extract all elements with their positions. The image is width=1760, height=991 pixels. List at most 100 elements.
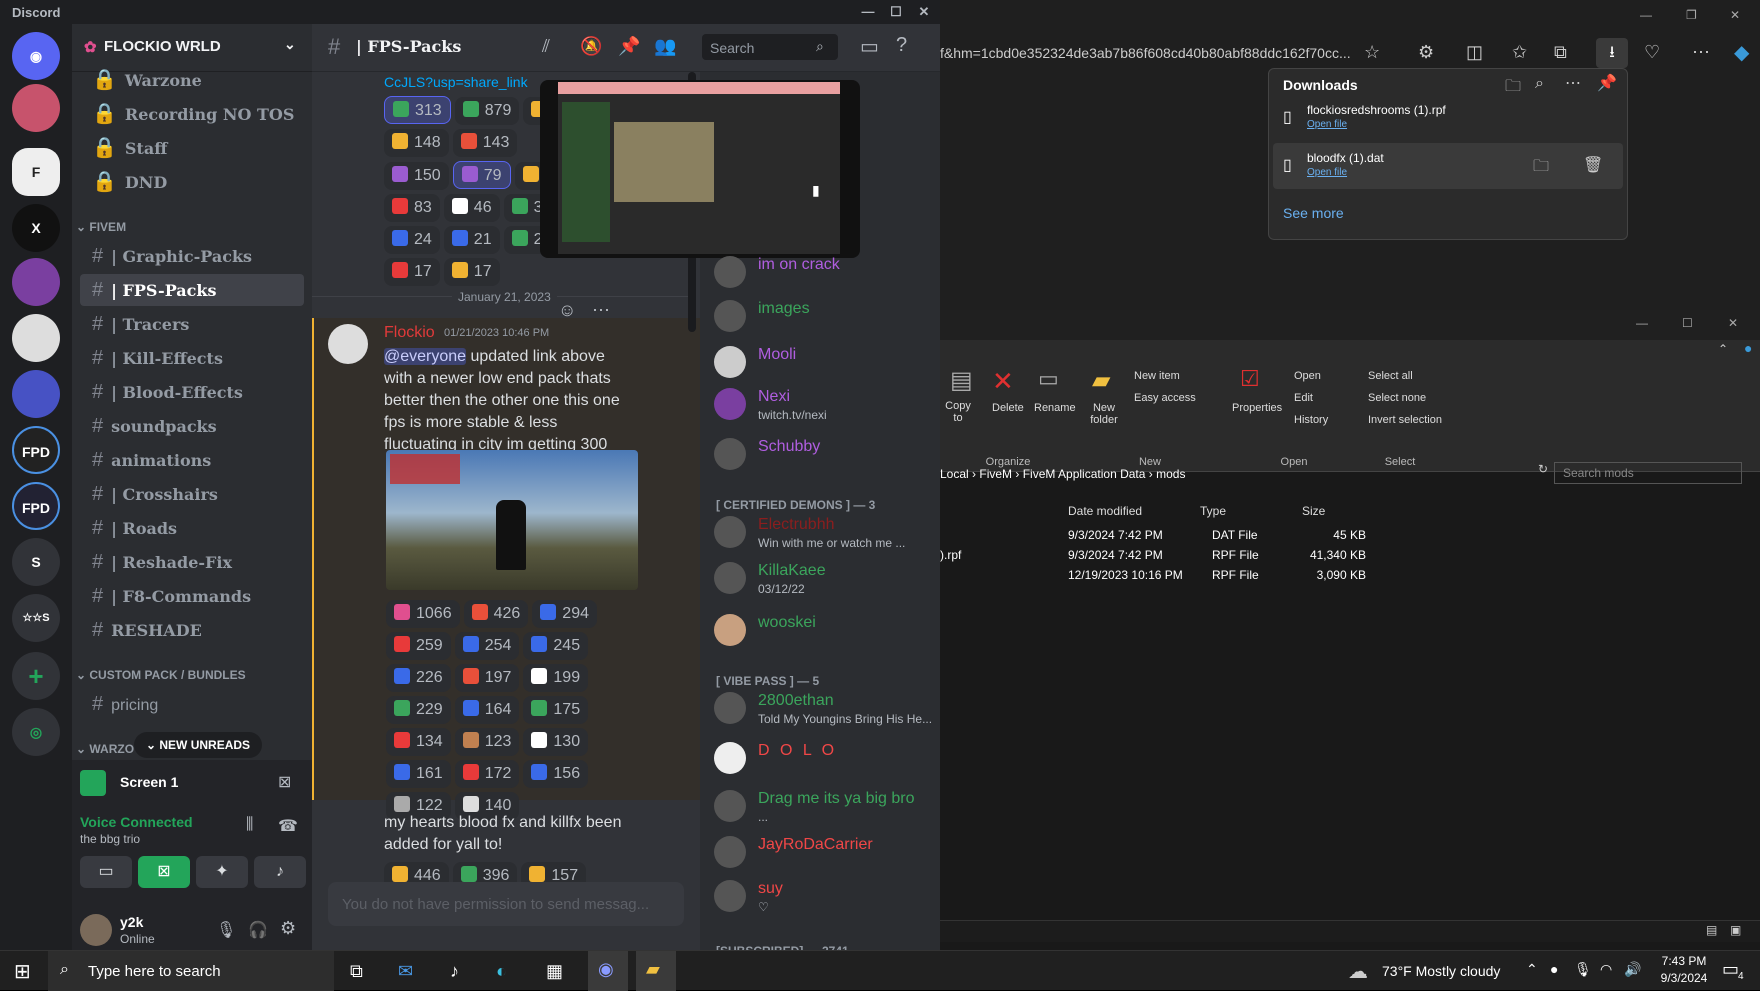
message-link[interactable]: CcJLS?usp=share_link (384, 74, 528, 90)
channel-recording[interactable]: 🔒 Recording NO TOS (80, 98, 304, 130)
wifi-icon[interactable]: ◠ (1600, 961, 1612, 978)
minimize-button[interactable]: — (1636, 316, 1648, 330)
reaction[interactable]: 259 (386, 632, 451, 660)
channel-animations[interactable]: # animations (80, 444, 304, 476)
reaction[interactable]: 161 (386, 760, 451, 788)
close-button[interactable]: ✕ (1730, 8, 1740, 22)
collections-icon[interactable]: ⧉ (1554, 42, 1567, 63)
maximize-button[interactable]: ☐ (886, 3, 906, 21)
channel-warzone[interactable]: 🔒 Warzone (80, 64, 304, 96)
channel-crosshairs[interactable]: # | Crosshairs (80, 478, 304, 510)
noise-icon[interactable]: ⫼ (246, 816, 253, 834)
column-date[interactable]: Date modified (1068, 504, 1142, 518)
column-type[interactable]: Type (1200, 504, 1226, 518)
clock-time[interactable]: 7:43 PM (1656, 954, 1712, 968)
reaction[interactable]: 175 (523, 696, 589, 724)
author-avatar[interactable] (328, 324, 368, 364)
server-icon[interactable] (12, 314, 60, 362)
server-icon[interactable] (12, 84, 60, 132)
taskbar-search[interactable]: ⌕ Type here to search (48, 951, 334, 991)
category-warzone[interactable]: ⌄ WARZO (76, 742, 134, 756)
delete-button[interactable]: Delete (992, 402, 1024, 414)
reaction[interactable]: 150 (384, 162, 449, 190)
download-item[interactable]: ▯ flockiosredshrooms (1).rpf Open file (1273, 95, 1623, 141)
search-icon[interactable]: ⌕ (1535, 75, 1544, 93)
inbox-icon[interactable]: ▭ (860, 34, 879, 59)
help-icon[interactable]: ● (1744, 340, 1752, 356)
search-input[interactable]: Search mods (1554, 462, 1742, 484)
member-item[interactable]: 2800ethan Told My Youngins Bring His He..… (714, 688, 934, 732)
add-reaction-icon[interactable]: ☺ (558, 300, 576, 321)
headphones-icon[interactable]: 🎧 (248, 920, 268, 940)
favorites-icon[interactable]: ✩ (1512, 42, 1527, 63)
store-icon[interactable]: ▦ (546, 961, 563, 982)
reaction[interactable]: 426 (463, 600, 529, 628)
reaction[interactable]: 17 (443, 258, 500, 286)
microphone-icon[interactable]: 🎙 (1574, 961, 1592, 978)
close-button[interactable]: ✕ (914, 3, 934, 21)
channel-graphic-packs[interactable]: # | Graphic-Packs (80, 240, 304, 272)
see-more-link[interactable]: See more (1283, 205, 1344, 221)
member-item[interactable]: D O L O (714, 738, 934, 782)
member-item[interactable]: im on crack (714, 252, 934, 296)
volume-icon[interactable]: 🔊 (1624, 961, 1641, 978)
file-row[interactable]: 9/3/2024 7:42 PM DAT File 45 KB (940, 524, 1500, 544)
download-item[interactable]: ▯ bloodfx (1).dat Open file 🗀 🗑 (1273, 143, 1623, 189)
easy-access-button[interactable]: Easy access (1134, 392, 1196, 404)
reaction[interactable]: 123 (454, 728, 520, 756)
search-input[interactable]: Search ⌕ (702, 34, 838, 60)
favorite-star-icon[interactable]: ☆ (1364, 42, 1380, 63)
copilot-icon[interactable]: ◆ (1734, 40, 1749, 65)
channel-blood-effects[interactable]: # | Blood-Effects (80, 376, 304, 408)
channel-reshade[interactable]: # RESHADE (80, 614, 304, 646)
channel-soundpacks[interactable]: # soundpacks (80, 410, 304, 442)
weather-icon[interactable]: ☁ (1348, 959, 1368, 984)
reaction[interactable]: 197 (454, 664, 520, 692)
reaction[interactable]: 164 (454, 696, 520, 724)
properties-button[interactable]: Properties (1232, 402, 1282, 414)
add-server-icon[interactable]: + (12, 652, 60, 700)
help-icon[interactable]: ? (896, 34, 907, 57)
more-icon[interactable]: ⋯ (1565, 73, 1581, 93)
reaction[interactable]: 79 (452, 161, 511, 189)
explore-icon[interactable]: ◎ (12, 708, 60, 756)
new-unreads-pill[interactable]: ⌄ NEW UNREADS (134, 732, 263, 758)
member-item[interactable]: KillaKaee 03/12/22 (714, 558, 934, 602)
reaction[interactable]: 226 (386, 664, 451, 692)
reaction[interactable]: 130 (523, 728, 589, 756)
tray-chevron-icon[interactable]: ⌃ (1526, 961, 1538, 978)
reaction[interactable]: 156 (523, 760, 589, 788)
discord-home-icon[interactable]: ◉ (12, 32, 60, 80)
tray-app-icon[interactable]: ● (1550, 961, 1558, 977)
column-size[interactable]: Size (1302, 504, 1325, 518)
reaction[interactable]: 1066 (386, 600, 460, 628)
notification-mute-icon[interactable]: 🔕 (580, 36, 602, 57)
member-item[interactable]: Schubby (714, 434, 934, 478)
avatar[interactable] (80, 914, 112, 946)
soundboard-button[interactable]: ♪ (254, 856, 306, 888)
select-all-button[interactable]: Select all (1368, 370, 1413, 382)
disconnect-icon[interactable]: ☎ (278, 816, 298, 836)
message-composer[interactable]: You do not have permission to send messa… (328, 882, 684, 926)
details-view-icon[interactable]: ▤ (1706, 923, 1717, 937)
member-item[interactable]: JayRoDaCarrier (714, 832, 934, 876)
channel-dnd[interactable]: 🔒 DND (80, 166, 304, 198)
member-item[interactable]: Electrubhh Win with me or watch me ... (714, 512, 934, 556)
member-item[interactable]: Nexi twitch.tv/nexi (714, 384, 934, 428)
reaction[interactable]: 172 (454, 760, 520, 788)
file-explorer-taskbar-icon[interactable]: ▰ (636, 951, 676, 991)
message-image[interactable] (386, 450, 638, 590)
reaction[interactable]: 199 (523, 664, 589, 692)
voice-channel[interactable]: the bbg trio (80, 832, 140, 846)
more-options-icon[interactable]: ⋯ (1692, 42, 1710, 63)
history-button[interactable]: History (1294, 414, 1328, 426)
server-icon[interactable]: FPD (12, 482, 60, 530)
member-item[interactable]: Mooli (714, 342, 934, 386)
breadcrumb-item[interactable]: Local (940, 467, 969, 481)
breadcrumb-item[interactable]: FiveM (979, 467, 1012, 481)
settings-gear-icon[interactable]: ⚙ (280, 918, 296, 939)
channel-kill-effects[interactable]: # | Kill-Effects (80, 342, 304, 374)
delete-icon[interactable]: 🗑 (1583, 155, 1603, 175)
reaction[interactable]: 83 (384, 194, 440, 222)
mail-icon[interactable]: ✉ (398, 961, 413, 982)
